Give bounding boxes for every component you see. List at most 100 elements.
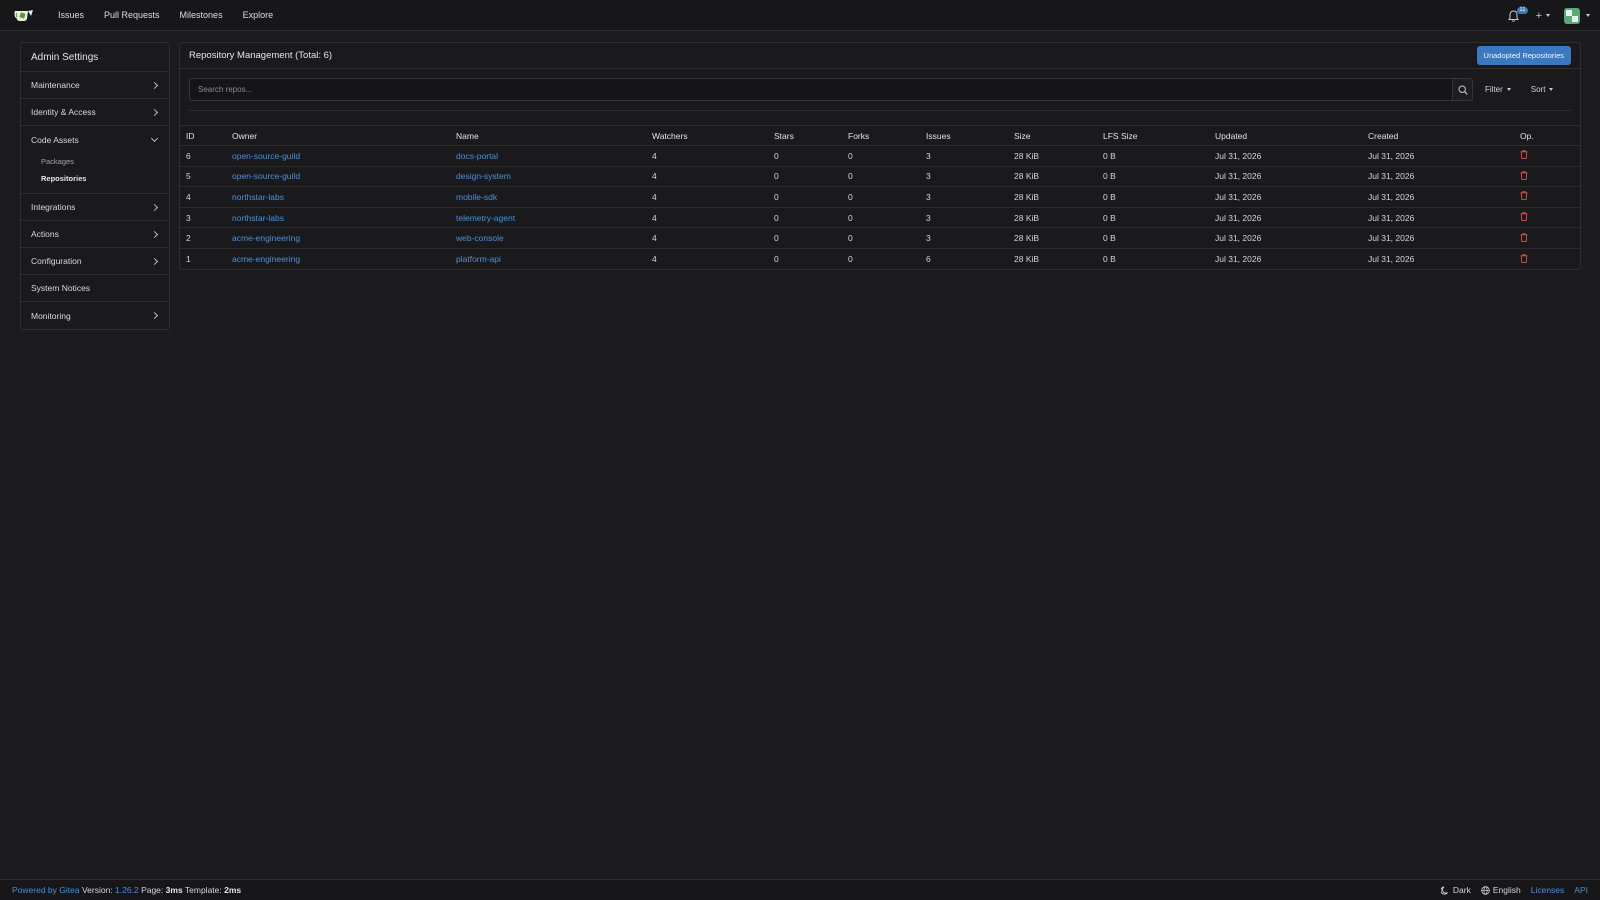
- cell-watchers: 4: [652, 207, 774, 229]
- cell-lfs-size: 0 B: [1103, 207, 1215, 229]
- sidebar-item-label: Integrations: [31, 202, 76, 212]
- unadopted-repositories-button[interactable]: Unadopted Repositories: [1476, 46, 1571, 65]
- trash-icon: [1520, 191, 1528, 201]
- powered-by-link[interactable]: Powered by Gitea: [12, 885, 80, 895]
- cell-updated: Jul 31, 2026: [1215, 254, 1262, 265]
- table-row: 5 open-source-guild design-system 4 0 0 …: [180, 166, 1580, 188]
- column-header-size[interactable]: Size: [1014, 125, 1103, 146]
- cell-size: 28 KiB: [1014, 227, 1103, 249]
- column-header-lfs-size: LFS Size: [1103, 125, 1215, 146]
- table-header-row: ID Owner Name Watchers Stars Forks Issue…: [180, 125, 1580, 146]
- column-header-watchers[interactable]: Watchers: [652, 125, 774, 146]
- column-header-owner[interactable]: Owner: [232, 125, 456, 146]
- search-button[interactable]: [1452, 78, 1473, 101]
- column-header-created[interactable]: Created: [1368, 125, 1520, 146]
- cell-lfs-size: 0 B: [1103, 166, 1215, 188]
- repo-link[interactable]: platform-api: [456, 254, 501, 264]
- nav-milestones[interactable]: Milestones: [170, 10, 233, 20]
- cell-issues: 3: [926, 207, 1014, 229]
- chevron-down-icon: [1549, 88, 1554, 91]
- repo-link[interactable]: docs-portal: [456, 151, 498, 161]
- sidebar-item-configuration[interactable]: Configuration: [21, 248, 169, 275]
- owner-link[interactable]: northstar-labs: [232, 213, 284, 223]
- cell-size: 28 KiB: [1014, 166, 1103, 188]
- cell-stars: 0: [774, 145, 848, 167]
- nav-pull-requests[interactable]: Pull Requests: [94, 10, 170, 20]
- user-menu-dropdown[interactable]: [1564, 7, 1590, 24]
- column-header-name[interactable]: Name: [456, 125, 652, 146]
- theme-toggle[interactable]: Dark: [1440, 885, 1471, 895]
- notification-count-badge: 11: [1517, 6, 1528, 14]
- sidebar-item-integrations[interactable]: Integrations: [21, 194, 169, 221]
- footer-left: Powered by Gitea Version: 1.26.2 Page: 3…: [12, 885, 241, 895]
- cell-id: 4: [180, 186, 232, 208]
- sidebar-subitem-packages[interactable]: Packages: [21, 153, 169, 170]
- search-input[interactable]: [189, 78, 1452, 101]
- repo-link[interactable]: web-console: [456, 233, 504, 243]
- sidebar-title: Admin Settings: [21, 43, 169, 72]
- sidebar-item-label: Configuration: [31, 256, 82, 266]
- repository-management-panel: Repository Management (Total: 6) Unadopt…: [179, 42, 1581, 270]
- cell-stars: 0: [774, 254, 779, 265]
- cell-created: Jul 31, 2026: [1368, 227, 1520, 249]
- nav-issues[interactable]: Issues: [48, 10, 94, 20]
- nav-explore[interactable]: Explore: [233, 10, 284, 20]
- admin-sidebar: Admin Settings Maintenance Identity & Ac…: [20, 42, 170, 330]
- delete-repo-button[interactable]: [1520, 191, 1528, 201]
- cell-size: 28 KiB: [1014, 186, 1103, 208]
- search-icon: [1457, 84, 1468, 95]
- nav-right: 11 +: [1504, 0, 1590, 31]
- repositories-table: ID Owner Name Watchers Stars Forks Issue…: [180, 125, 1580, 269]
- column-header-updated[interactable]: Updated: [1215, 125, 1368, 146]
- gitea-logo-icon[interactable]: [14, 8, 34, 22]
- chevron-right-icon: [150, 203, 159, 211]
- version-link[interactable]: 1.26.2: [115, 885, 139, 895]
- sidebar-item-monitoring[interactable]: Monitoring: [21, 302, 169, 329]
- cell-forks: 0: [848, 254, 853, 265]
- column-header-forks[interactable]: Forks: [848, 125, 926, 146]
- sidebar-subitem-repositories[interactable]: Repositories: [21, 170, 169, 187]
- cell-forks: 0: [848, 145, 926, 167]
- trash-icon: [1520, 232, 1528, 242]
- column-header-issues[interactable]: Issues: [926, 125, 1014, 146]
- plus-icon: +: [1535, 9, 1542, 22]
- owner-link[interactable]: northstar-labs: [232, 192, 284, 202]
- column-header-stars[interactable]: Stars: [774, 125, 848, 146]
- delete-repo-button[interactable]: [1520, 171, 1528, 180]
- language-selector[interactable]: English: [1481, 885, 1521, 895]
- table-row: 6 open-source-guild docs-portal 4 0 0 3 …: [180, 145, 1580, 167]
- owner-link[interactable]: acme-engineering: [232, 254, 300, 264]
- sidebar-item-identity-access[interactable]: Identity & Access: [21, 99, 169, 126]
- sort-dropdown[interactable]: Sort: [1531, 85, 1554, 94]
- sidebar-item-system-notices[interactable]: System Notices: [21, 275, 169, 302]
- repo-link[interactable]: design-system: [456, 171, 511, 181]
- owner-link[interactable]: open-source-guild: [232, 151, 300, 161]
- trash-icon: [1520, 150, 1528, 160]
- api-link[interactable]: API: [1574, 885, 1588, 895]
- sidebar-item-actions[interactable]: Actions: [21, 221, 169, 248]
- sidebar-item-label: Code Assets: [31, 134, 79, 145]
- filter-label: Filter: [1485, 85, 1503, 94]
- delete-repo-button[interactable]: [1520, 232, 1528, 242]
- repo-link[interactable]: mobile-sdk: [456, 192, 497, 202]
- create-new-dropdown[interactable]: +: [1536, 10, 1550, 22]
- page-time: 3ms: [165, 885, 183, 895]
- owner-link[interactable]: acme-engineering: [232, 233, 300, 243]
- sidebar-item-maintenance[interactable]: Maintenance: [21, 72, 169, 99]
- licenses-link[interactable]: Licenses: [1531, 885, 1565, 895]
- cell-updated: Jul 31, 2026: [1215, 227, 1368, 249]
- sidebar-item-code-assets[interactable]: Code Assets: [21, 126, 169, 153]
- cell-lfs-size: 0 B: [1103, 186, 1215, 208]
- cell-issues: 3: [926, 166, 1014, 188]
- cell-forks: 0: [848, 186, 926, 208]
- column-header-id[interactable]: ID: [180, 125, 232, 146]
- delete-repo-button[interactable]: [1520, 253, 1528, 263]
- notifications-button[interactable]: 11: [1504, 6, 1528, 26]
- owner-link[interactable]: open-source-guild: [232, 171, 300, 181]
- filter-dropdown[interactable]: Filter: [1485, 85, 1511, 94]
- cell-created: Jul 31, 2026: [1368, 254, 1415, 265]
- repo-link[interactable]: telemetry-agent: [456, 213, 515, 223]
- cell-size: 28 KiB: [1014, 207, 1103, 229]
- delete-repo-button[interactable]: [1520, 212, 1528, 221]
- delete-repo-button[interactable]: [1520, 150, 1528, 160]
